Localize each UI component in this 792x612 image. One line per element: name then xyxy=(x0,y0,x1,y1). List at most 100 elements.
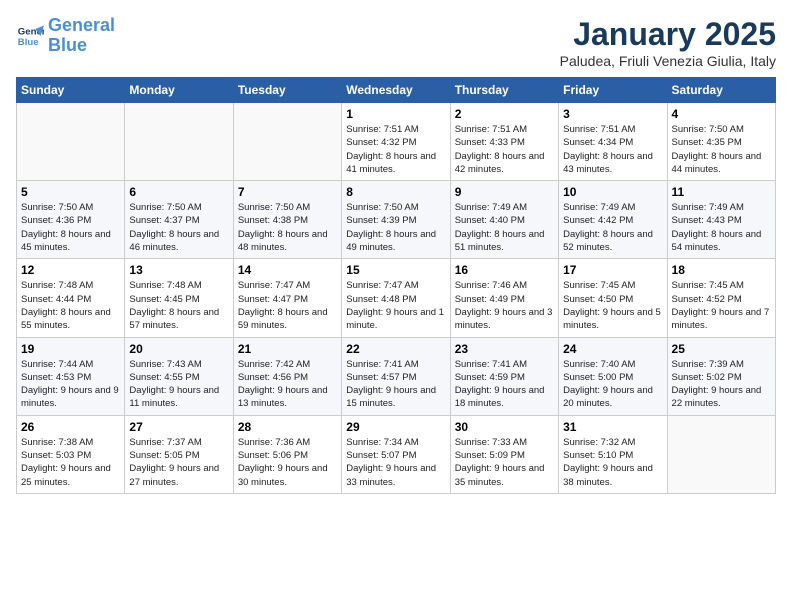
day-info: Sunrise: 7:41 AM Sunset: 4:59 PM Dayligh… xyxy=(455,358,554,411)
page-header: General Blue GeneralBlue January 2025 Pa… xyxy=(16,16,776,69)
day-number: 10 xyxy=(563,185,662,199)
day-info: Sunrise: 7:50 AM Sunset: 4:35 PM Dayligh… xyxy=(672,123,771,176)
day-info: Sunrise: 7:50 AM Sunset: 4:36 PM Dayligh… xyxy=(21,201,120,254)
calendar-cell: 2 Sunrise: 7:51 AM Sunset: 4:33 PM Daylig… xyxy=(450,103,558,181)
weekday-header: Wednesday xyxy=(342,78,450,103)
day-number: 25 xyxy=(672,342,771,356)
calendar-cell xyxy=(233,103,341,181)
day-number: 6 xyxy=(129,185,228,199)
day-number: 14 xyxy=(238,263,337,277)
day-info: Sunrise: 7:47 AM Sunset: 4:47 PM Dayligh… xyxy=(238,279,337,332)
weekday-header: Monday xyxy=(125,78,233,103)
day-number: 22 xyxy=(346,342,445,356)
day-info: Sunrise: 7:45 AM Sunset: 4:50 PM Dayligh… xyxy=(563,279,662,332)
day-info: Sunrise: 7:40 AM Sunset: 5:00 PM Dayligh… xyxy=(563,358,662,411)
calendar-cell: 3 Sunrise: 7:51 AM Sunset: 4:34 PM Daylig… xyxy=(559,103,667,181)
calendar-cell: 7 Sunrise: 7:50 AM Sunset: 4:38 PM Daylig… xyxy=(233,181,341,259)
day-info: Sunrise: 7:37 AM Sunset: 5:05 PM Dayligh… xyxy=(129,436,228,489)
weekday-header: Saturday xyxy=(667,78,775,103)
calendar-cell: 21Sunrise: 7:42 AM Sunset: 4:56 PM Dayli… xyxy=(233,337,341,415)
calendar-cell: 16 Sunrise: 7:46 AM Sunset: 4:49 PM Dayli… xyxy=(450,259,558,337)
month-title: January 2025 xyxy=(560,16,776,53)
day-info: Sunrise: 7:51 AM Sunset: 4:32 PM Dayligh… xyxy=(346,123,445,176)
day-number: 28 xyxy=(238,420,337,434)
day-number: 16 xyxy=(455,263,554,277)
day-number: 12 xyxy=(21,263,120,277)
day-info: Sunrise: 7:44 AM Sunset: 4:53 PM Dayligh… xyxy=(21,358,120,411)
calendar-cell: 9 Sunrise: 7:49 AM Sunset: 4:40 PM Daylig… xyxy=(450,181,558,259)
day-number: 26 xyxy=(21,420,120,434)
title-block: January 2025 Paludea, Friuli Venezia Giu… xyxy=(560,16,776,69)
day-info: Sunrise: 7:32 AM Sunset: 5:10 PM Dayligh… xyxy=(563,436,662,489)
logo-icon: General Blue xyxy=(16,22,44,50)
day-number: 5 xyxy=(21,185,120,199)
day-info: Sunrise: 7:50 AM Sunset: 4:39 PM Dayligh… xyxy=(346,201,445,254)
day-number: 9 xyxy=(455,185,554,199)
day-info: Sunrise: 7:36 AM Sunset: 5:06 PM Dayligh… xyxy=(238,436,337,489)
day-number: 1 xyxy=(346,107,445,121)
calendar-cell: 20Sunrise: 7:43 AM Sunset: 4:55 PM Dayli… xyxy=(125,337,233,415)
day-number: 30 xyxy=(455,420,554,434)
logo: General Blue GeneralBlue xyxy=(16,16,115,56)
location-subtitle: Paludea, Friuli Venezia Giulia, Italy xyxy=(560,53,776,69)
day-number: 29 xyxy=(346,420,445,434)
calendar-cell: 31 Sunrise: 7:32 AM Sunset: 5:10 PM Dayli… xyxy=(559,415,667,493)
day-info: Sunrise: 7:46 AM Sunset: 4:49 PM Dayligh… xyxy=(455,279,554,332)
calendar-cell: 11 Sunrise: 7:49 AM Sunset: 4:43 PM Dayli… xyxy=(667,181,775,259)
calendar-cell: 4 Sunrise: 7:50 AM Sunset: 4:35 PM Daylig… xyxy=(667,103,775,181)
calendar-week-row: 1 Sunrise: 7:51 AM Sunset: 4:32 PM Daylig… xyxy=(17,103,776,181)
day-number: 13 xyxy=(129,263,228,277)
calendar-cell: 30 Sunrise: 7:33 AM Sunset: 5:09 PM Dayli… xyxy=(450,415,558,493)
day-info: Sunrise: 7:50 AM Sunset: 4:37 PM Dayligh… xyxy=(129,201,228,254)
day-number: 23 xyxy=(455,342,554,356)
day-info: Sunrise: 7:49 AM Sunset: 4:40 PM Dayligh… xyxy=(455,201,554,254)
calendar-cell: 25 Sunrise: 7:39 AM Sunset: 5:02 PM Dayli… xyxy=(667,337,775,415)
svg-text:Blue: Blue xyxy=(18,37,39,48)
day-info: Sunrise: 7:48 AM Sunset: 4:45 PM Dayligh… xyxy=(129,279,228,332)
calendar-cell: 14 Sunrise: 7:47 AM Sunset: 4:47 PM Dayli… xyxy=(233,259,341,337)
day-number: 8 xyxy=(346,185,445,199)
calendar-cell: 22 Sunrise: 7:41 AM Sunset: 4:57 PM Dayli… xyxy=(342,337,450,415)
calendar-cell: 19 Sunrise: 7:44 AM Sunset: 4:53 PM Dayli… xyxy=(17,337,125,415)
calendar-cell: 1 Sunrise: 7:51 AM Sunset: 4:32 PM Daylig… xyxy=(342,103,450,181)
day-info: Sunrise: 7:48 AM Sunset: 4:44 PM Dayligh… xyxy=(21,279,120,332)
day-number: 27 xyxy=(129,420,228,434)
day-info: Sunrise: 7:51 AM Sunset: 4:33 PM Dayligh… xyxy=(455,123,554,176)
calendar-table: SundayMondayTuesdayWednesdayThursdayFrid… xyxy=(16,77,776,494)
calendar-cell: 10Sunrise: 7:49 AM Sunset: 4:42 PM Dayli… xyxy=(559,181,667,259)
calendar-week-row: 19 Sunrise: 7:44 AM Sunset: 4:53 PM Dayli… xyxy=(17,337,776,415)
day-number: 15 xyxy=(346,263,445,277)
calendar-cell: 24 Sunrise: 7:40 AM Sunset: 5:00 PM Dayli… xyxy=(559,337,667,415)
day-number: 7 xyxy=(238,185,337,199)
day-info: Sunrise: 7:38 AM Sunset: 5:03 PM Dayligh… xyxy=(21,436,120,489)
day-info: Sunrise: 7:43 AM Sunset: 4:55 PM Dayligh… xyxy=(129,358,228,411)
day-info: Sunrise: 7:47 AM Sunset: 4:48 PM Dayligh… xyxy=(346,279,445,332)
calendar-cell xyxy=(125,103,233,181)
day-info: Sunrise: 7:45 AM Sunset: 4:52 PM Dayligh… xyxy=(672,279,771,332)
day-info: Sunrise: 7:41 AM Sunset: 4:57 PM Dayligh… xyxy=(346,358,445,411)
day-number: 24 xyxy=(563,342,662,356)
calendar-cell: 13 Sunrise: 7:48 AM Sunset: 4:45 PM Dayli… xyxy=(125,259,233,337)
day-info: Sunrise: 7:33 AM Sunset: 5:09 PM Dayligh… xyxy=(455,436,554,489)
day-info: Sunrise: 7:49 AM Sunset: 4:43 PM Dayligh… xyxy=(672,201,771,254)
calendar-week-row: 5 Sunrise: 7:50 AM Sunset: 4:36 PM Daylig… xyxy=(17,181,776,259)
day-number: 4 xyxy=(672,107,771,121)
day-info: Sunrise: 7:50 AM Sunset: 4:38 PM Dayligh… xyxy=(238,201,337,254)
day-info: Sunrise: 7:39 AM Sunset: 5:02 PM Dayligh… xyxy=(672,358,771,411)
weekday-header: Friday xyxy=(559,78,667,103)
day-number: 2 xyxy=(455,107,554,121)
calendar-cell xyxy=(17,103,125,181)
calendar-cell: 27 Sunrise: 7:37 AM Sunset: 5:05 PM Dayli… xyxy=(125,415,233,493)
calendar-cell xyxy=(667,415,775,493)
weekday-header-row: SundayMondayTuesdayWednesdayThursdayFrid… xyxy=(17,78,776,103)
day-number: 31 xyxy=(563,420,662,434)
calendar-cell: 23 Sunrise: 7:41 AM Sunset: 4:59 PM Dayli… xyxy=(450,337,558,415)
calendar-cell: 26 Sunrise: 7:38 AM Sunset: 5:03 PM Dayli… xyxy=(17,415,125,493)
day-number: 21 xyxy=(238,342,337,356)
day-info: Sunrise: 7:51 AM Sunset: 4:34 PM Dayligh… xyxy=(563,123,662,176)
calendar-cell: 28 Sunrise: 7:36 AM Sunset: 5:06 PM Dayli… xyxy=(233,415,341,493)
day-info: Sunrise: 7:34 AM Sunset: 5:07 PM Dayligh… xyxy=(346,436,445,489)
day-number: 11 xyxy=(672,185,771,199)
day-number: 3 xyxy=(563,107,662,121)
day-number: 19 xyxy=(21,342,120,356)
